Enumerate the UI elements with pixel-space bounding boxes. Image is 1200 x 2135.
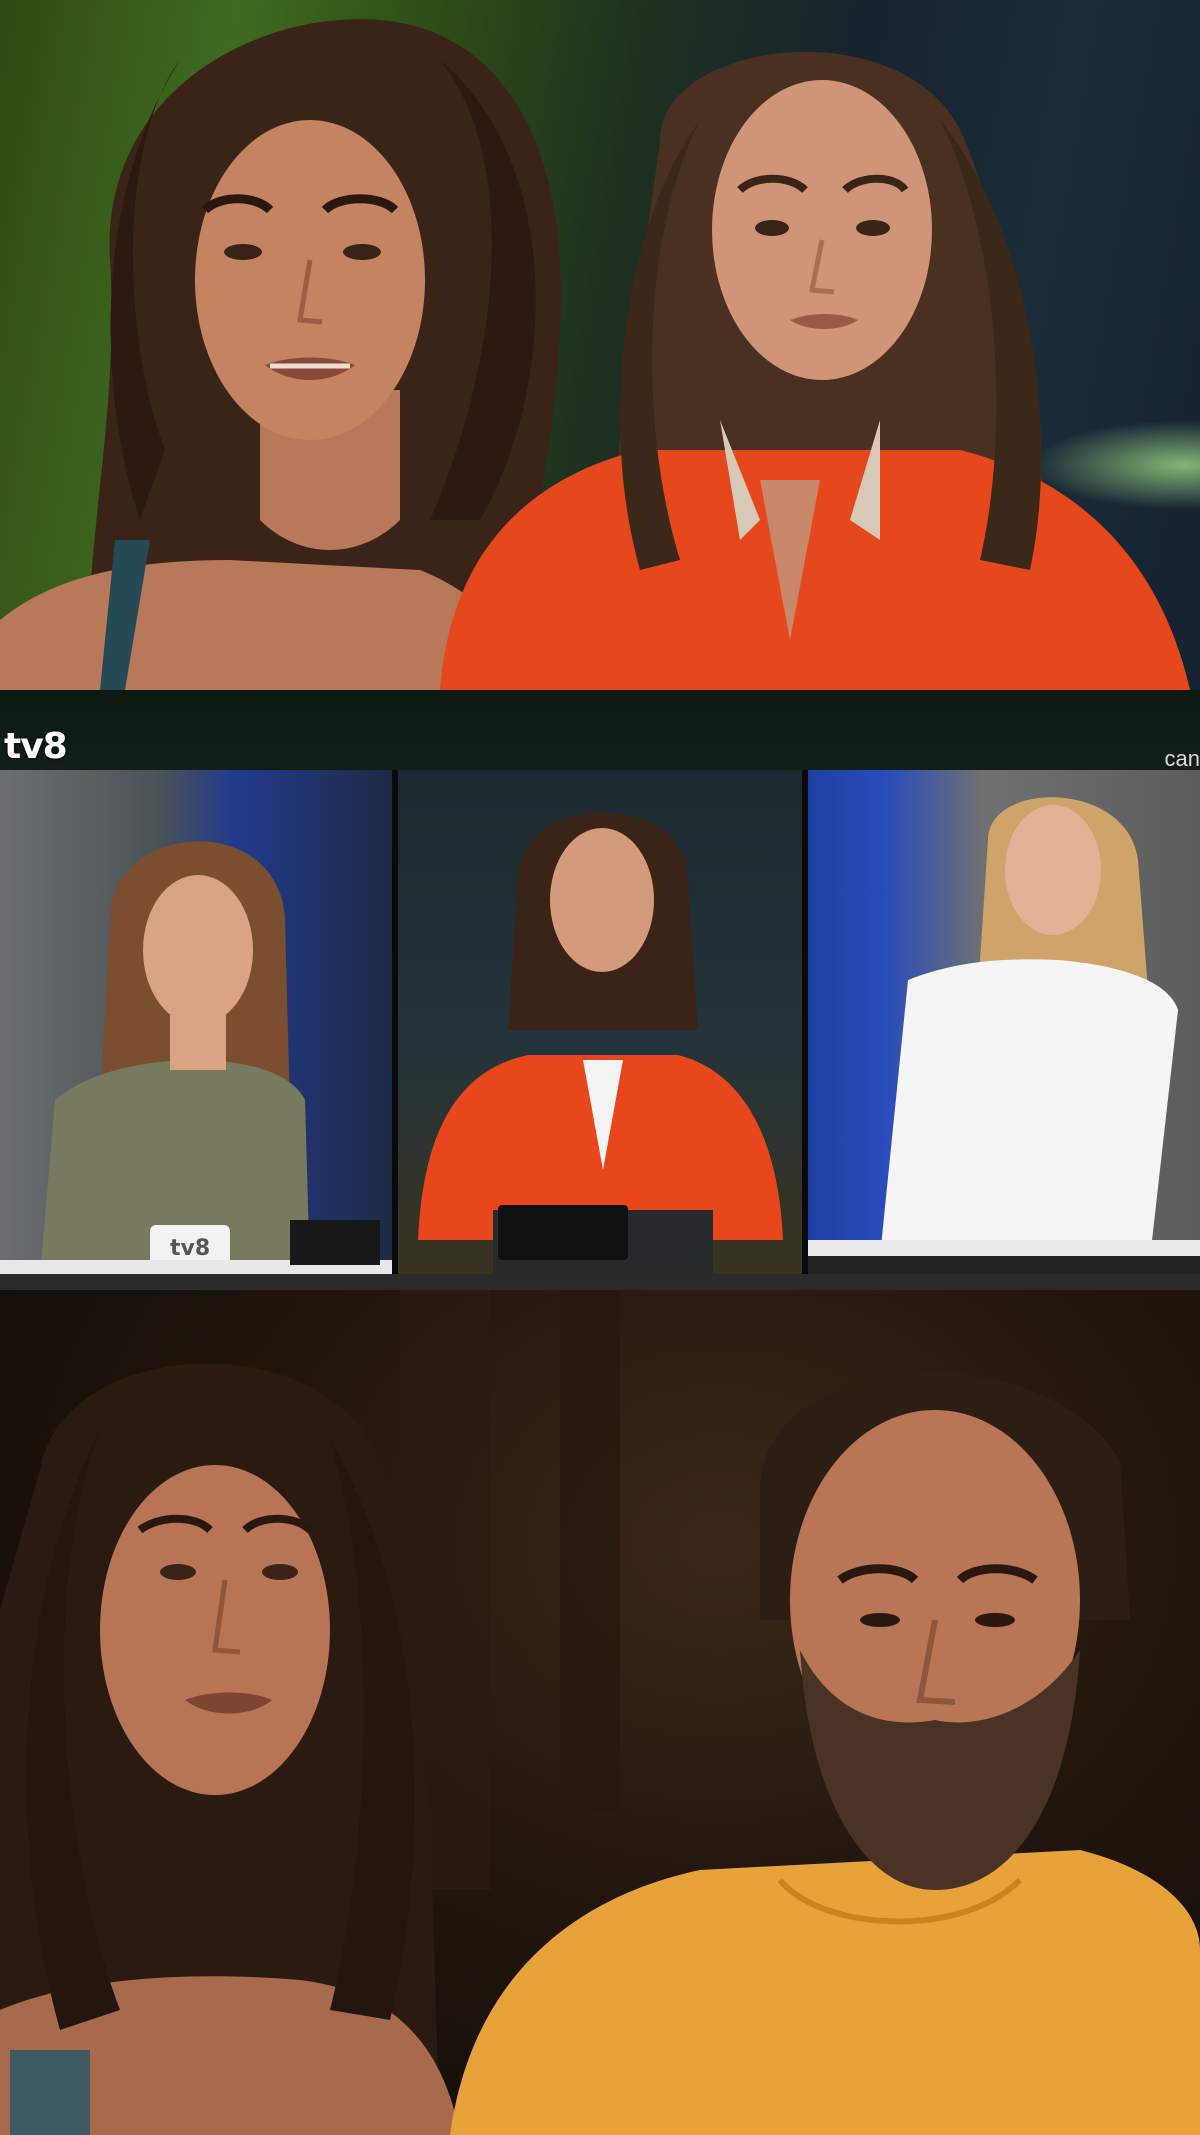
right-host-illustration xyxy=(808,797,1200,1276)
panel-top-portraits xyxy=(0,0,1200,690)
corner-caption: can xyxy=(1164,746,1200,771)
panel-tv-studio: tv8 can tv8 xyxy=(0,690,1200,1290)
studio-shot-right xyxy=(808,770,1200,1276)
center-guest-illustration xyxy=(418,812,783,1276)
panel-bottom-night-scene xyxy=(0,1290,1200,2135)
bottom-left-woman-portrait xyxy=(0,1363,460,2135)
top-portraits-illustration xyxy=(0,19,1190,690)
studio-shot-left: tv8 xyxy=(0,770,392,1276)
channel-logo: tv8 xyxy=(4,726,68,767)
studio-desk-edge xyxy=(0,1274,1200,1290)
left-host-illustration: tv8 xyxy=(0,841,392,1276)
studio-header-strip xyxy=(0,690,1200,770)
studio-shot-center xyxy=(398,770,802,1276)
mug-logo-text: tv8 xyxy=(170,1236,210,1261)
bottom-scene-illustration xyxy=(0,1290,1200,2135)
